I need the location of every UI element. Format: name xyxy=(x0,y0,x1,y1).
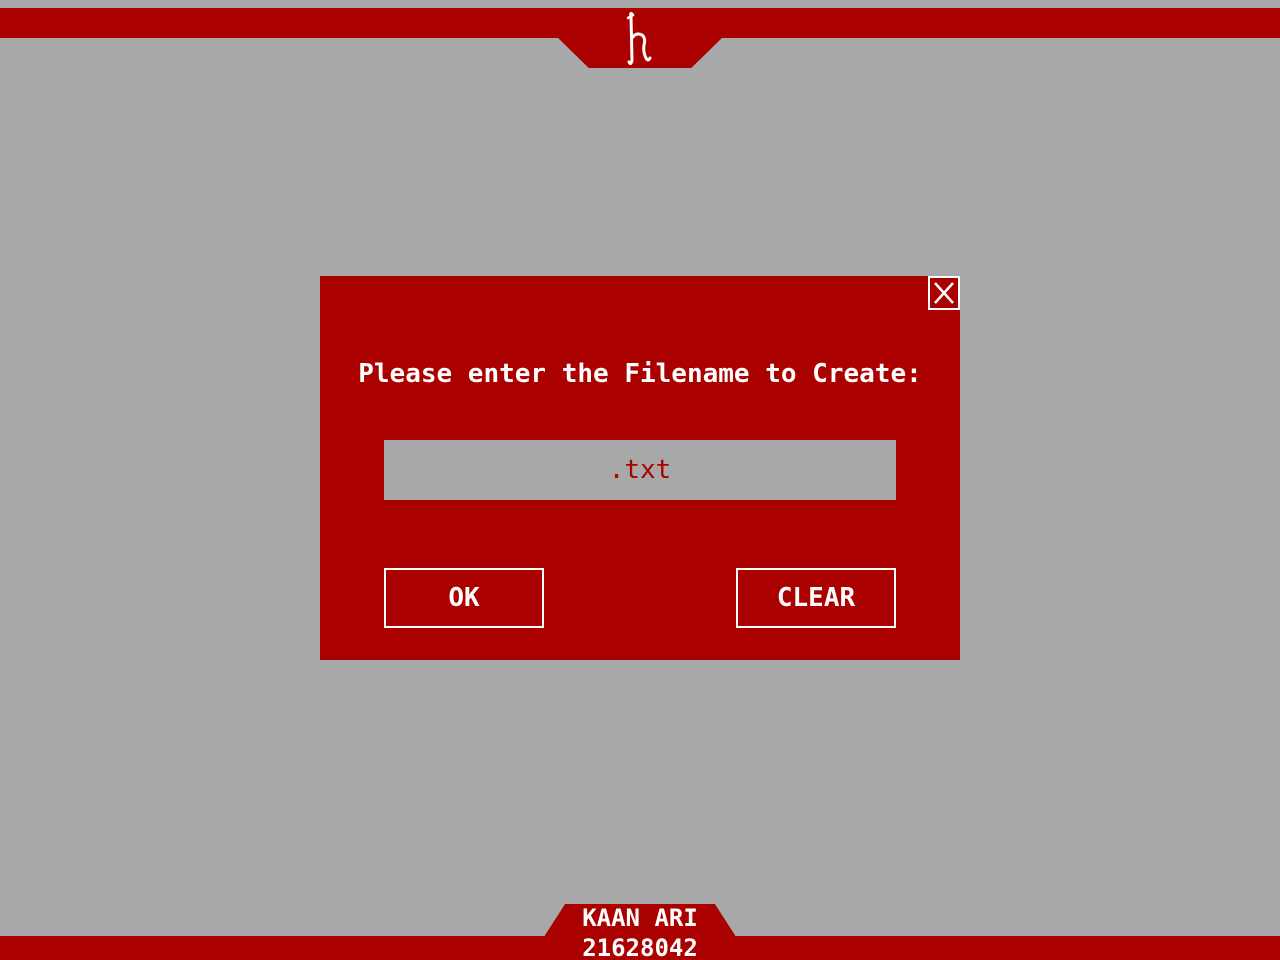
filename-input[interactable] xyxy=(384,440,896,500)
footer-credits: KAAN ARI 21628042 xyxy=(540,903,740,960)
footer-student-id: 21628042 xyxy=(582,934,698,960)
create-file-dialog: Please enter the Filename to Create: OK … xyxy=(320,276,960,660)
top-edge xyxy=(0,0,1280,8)
stylized-h-logo-icon xyxy=(620,10,660,66)
ok-button[interactable]: OK xyxy=(384,568,544,628)
dialog-close-button[interactable] xyxy=(928,276,960,310)
close-icon xyxy=(934,282,954,304)
dialog-prompt: Please enter the Filename to Create: xyxy=(358,359,922,389)
footer-name: KAAN ARI xyxy=(582,904,698,932)
clear-button[interactable]: CLEAR xyxy=(736,568,896,628)
desktop-screen: Please enter the Filename to Create: OK … xyxy=(0,0,1280,960)
